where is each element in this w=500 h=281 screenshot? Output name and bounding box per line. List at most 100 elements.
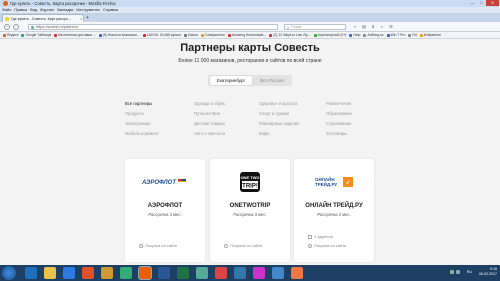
- bookmark-label: Банки: [188, 33, 198, 37]
- bookmark-label: Избранное: [423, 33, 441, 37]
- svg-text:TRIP!: TRIP!: [242, 184, 258, 190]
- bookmark-item[interactable]: Бесплатная доставка ...: [54, 33, 96, 37]
- category-item[interactable]: Электроника: [125, 121, 150, 126]
- maximize-button[interactable]: □: [477, 0, 486, 6]
- app-icon[interactable]: [291, 267, 303, 279]
- new-tab-button[interactable]: +: [86, 15, 89, 21]
- bookmark-item[interactable]: Апбенд ко: [363, 33, 384, 37]
- close-window-button[interactable]: ✕: [486, 0, 499, 6]
- category-item[interactable]: Страхование: [326, 121, 351, 126]
- menu-history[interactable]: Журнал: [40, 8, 54, 12]
- buy-online: Покупка на сайте: [139, 243, 177, 248]
- category-item[interactable]: Ювелирные изделия: [259, 121, 299, 126]
- category-item[interactable]: Кафе: [259, 131, 270, 136]
- menu-help[interactable]: Справка: [103, 8, 118, 12]
- menu-tools[interactable]: Инструменты: [76, 8, 100, 12]
- bookmark-item[interactable]: Help: [349, 33, 360, 37]
- bookmark-item[interactable]: (5) Новости знакомых...: [98, 33, 140, 37]
- category-item[interactable]: Все партнеры: [125, 101, 152, 106]
- app-icon[interactable]: [272, 267, 284, 279]
- bookmark-label: Rd: [412, 33, 417, 37]
- category-item[interactable]: Зоотовары: [326, 131, 347, 136]
- word-icon[interactable]: [158, 267, 170, 279]
- category-item[interactable]: Спорт и туризм: [259, 111, 289, 116]
- bookmark-star-icon[interactable]: ☆: [352, 24, 358, 30]
- search-input[interactable]: ⌕ Поиск: [284, 24, 346, 30]
- menu-file[interactable]: Файл: [2, 8, 11, 12]
- network-icon[interactable]: [450, 270, 454, 274]
- reading-list-icon[interactable]: ▤: [361, 24, 367, 30]
- menu-icon[interactable]: ☰: [388, 24, 394, 30]
- tab-ekaterinburg[interactable]: Екатеринбург: [210, 76, 252, 85]
- tab-active[interactable]: Где купить - Совесть. Карт рассро... ×: [2, 14, 84, 22]
- app-icon[interactable]: [196, 267, 208, 279]
- app-icon[interactable]: [101, 267, 113, 279]
- language-indicator[interactable]: RU: [467, 270, 472, 274]
- bookmark-item[interactable]: Rd: [408, 33, 417, 37]
- bookmark-icon: [313, 33, 317, 37]
- category-item[interactable]: Продукты: [125, 111, 144, 116]
- category-item[interactable]: Развлечения: [326, 101, 351, 106]
- category-item[interactable]: Мебель и ремонт: [125, 131, 159, 136]
- bookmark-item[interactable]: Агрегаторный (0+): [313, 33, 346, 37]
- partner-name: АЭРОФЛОТ: [147, 203, 183, 209]
- bookmark-item[interactable]: Amazing Homemade...: [227, 33, 267, 37]
- installment-text: Рассрочка 3 мес.: [148, 212, 182, 217]
- download-icon[interactable]: ⬇: [370, 24, 376, 30]
- bookmark-icon: [363, 33, 367, 37]
- app-icon[interactable]: [120, 267, 132, 279]
- category-item[interactable]: Детские товары: [194, 121, 225, 126]
- partner-card-onetwotrip[interactable]: ONE TWO TRIP! ONETWOTRIP Рассрочка 3 мес…: [210, 159, 290, 262]
- home-icon[interactable]: ⌂: [379, 24, 385, 30]
- bookmark-item[interactable]: LUKOIL 20,465 купить: [142, 33, 181, 37]
- svg-text:ОНЛАЙН: ОНЛАЙН: [315, 175, 335, 182]
- menu-edit[interactable]: Правка: [14, 8, 27, 12]
- app-icon[interactable]: [215, 267, 227, 279]
- menu-bookmarks[interactable]: Закладки: [57, 8, 73, 12]
- bookmark-item[interactable]: Яндекс: [3, 33, 18, 37]
- clock[interactable]: 9:16 06.02.2017: [479, 267, 497, 277]
- bookmark-label: Help: [353, 33, 361, 37]
- explorer-icon[interactable]: [44, 267, 56, 279]
- window-controls: — □ ✕: [468, 0, 499, 6]
- start-button[interactable]: [2, 266, 16, 280]
- bookmark-label: (5) Новости знакомых...: [102, 33, 140, 37]
- excel-icon[interactable]: [177, 267, 189, 279]
- bookmark-item[interactable]: Банки: [184, 33, 198, 37]
- bookmark-item[interactable]: Избранное: [419, 33, 441, 37]
- bookmark-label: Совершенно: [204, 33, 225, 37]
- app-icon[interactable]: [234, 267, 246, 279]
- url-bar[interactable]: https://sovest.ru/partners: [28, 24, 278, 30]
- volume-icon[interactable]: [456, 270, 460, 274]
- partner-card-aeroflot[interactable]: АЭРОФЛОТ АЭРОФЛОТ Рассрочка 3 мес. Покуп…: [125, 159, 205, 262]
- app-icon[interactable]: [253, 267, 265, 279]
- tab-label: Где купить - Совесть. Карт рассро...: [11, 16, 71, 21]
- ie-icon[interactable]: [25, 267, 37, 279]
- firefox-taskbar-icon[interactable]: [139, 267, 151, 279]
- forward-button[interactable]: ›: [13, 24, 19, 30]
- url-text[interactable]: https://sovest.ru/partners: [36, 25, 78, 29]
- bookmark-label: Яндекс: [7, 33, 19, 37]
- addresses[interactable]: 1 адресов: [308, 234, 333, 239]
- onlinetrade-logo: ОНЛАЙН ТРЕЙД.РУ ✓: [294, 171, 374, 193]
- svg-text:ТРЕЙД.РУ: ТРЕЙД.РУ: [315, 180, 337, 187]
- search-placeholder: Поиск: [291, 25, 302, 29]
- bookmark-label: Amazing Homemade...: [231, 33, 267, 37]
- tab-all-russia[interactable]: Вся Россия: [254, 76, 290, 85]
- partner-card-onlinetrade[interactable]: ОНЛАЙН ТРЕЙД.РУ ✓ ОНЛАЙН ТРЕЙД.РУ Рассро…: [294, 159, 374, 262]
- bookmark-item[interactable]: Google Таблицы: [21, 33, 51, 37]
- category-item[interactable]: Здоровье и красота: [259, 101, 297, 106]
- minimize-button[interactable]: —: [468, 0, 477, 6]
- bookmark-item[interactable]: (2) 12 Ways to Use Zip...: [269, 33, 311, 37]
- category-item[interactable]: Авто и запчасти: [194, 131, 225, 136]
- category-item[interactable]: Путешествия: [194, 111, 220, 116]
- category-item[interactable]: Образование: [326, 111, 352, 116]
- tab-close-icon[interactable]: ×: [80, 16, 82, 21]
- menu-view[interactable]: Вид: [30, 8, 37, 12]
- bookmark-item[interactable]: Win 7 Pro: [386, 33, 405, 37]
- opera-icon[interactable]: [82, 267, 94, 279]
- bookmark-item[interactable]: Совершенно: [200, 33, 225, 37]
- media-player-icon[interactable]: [63, 267, 75, 279]
- back-button[interactable]: ‹: [4, 24, 10, 30]
- category-item[interactable]: Одежда и обувь: [194, 101, 225, 106]
